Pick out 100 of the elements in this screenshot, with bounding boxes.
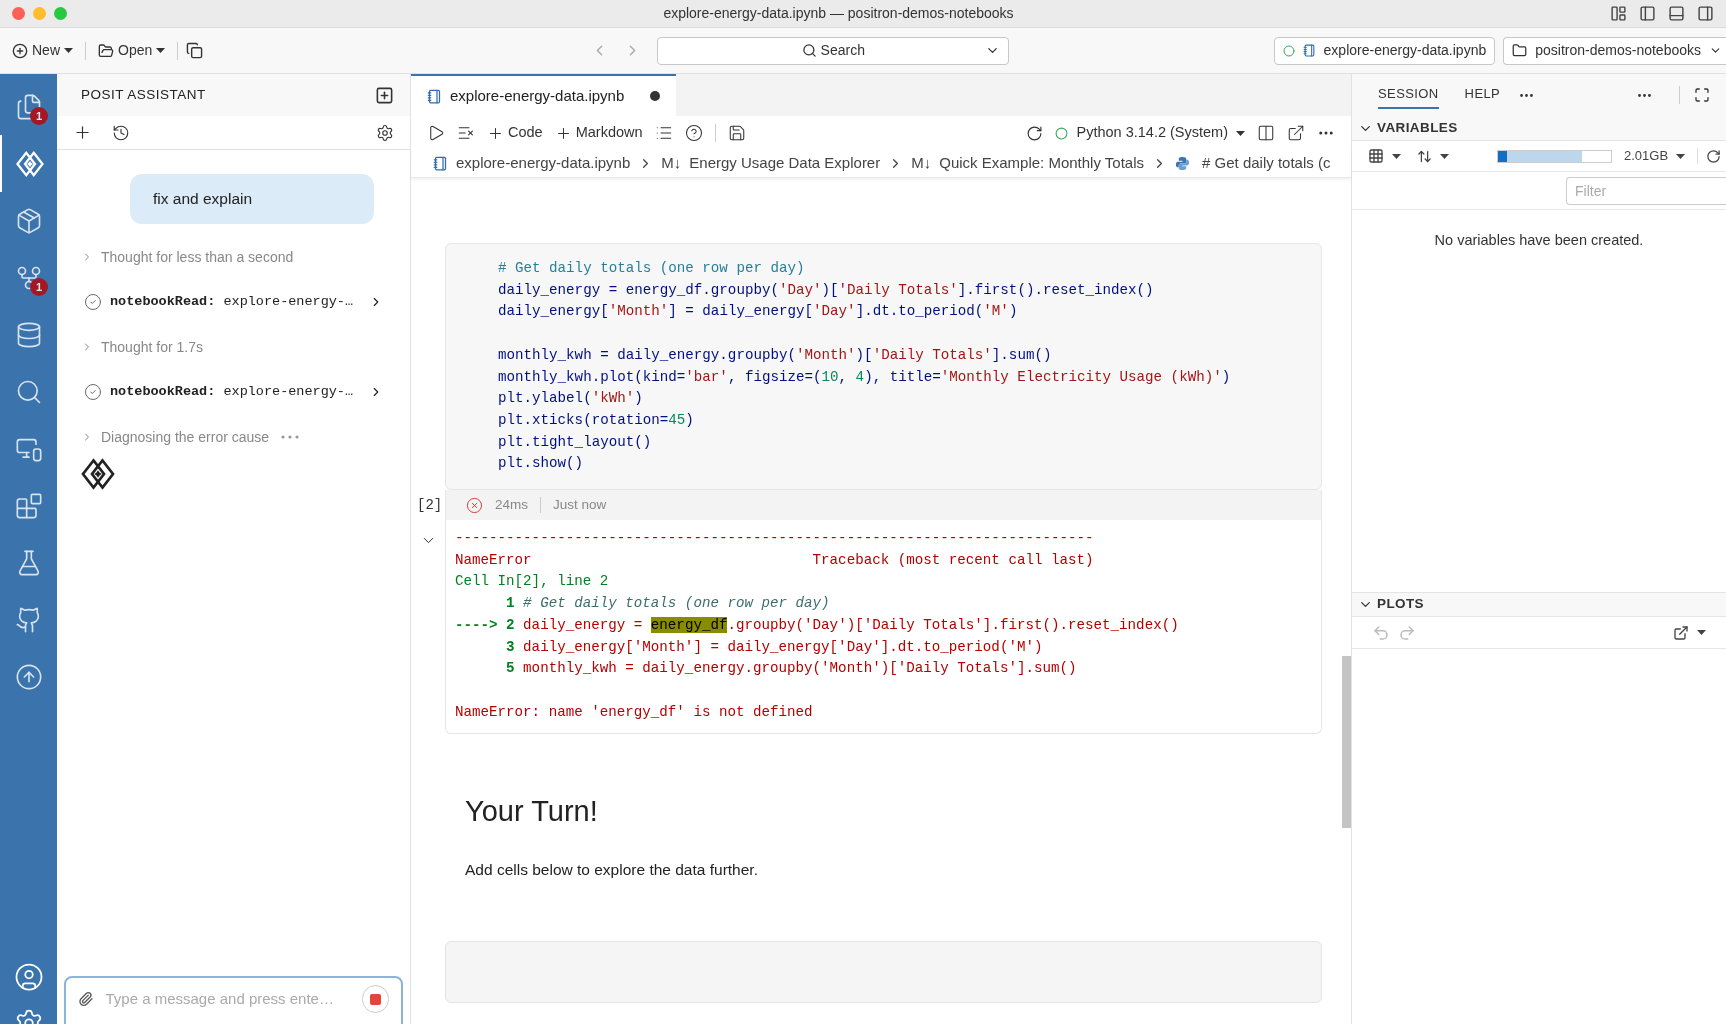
user-message: fix and explain: [130, 174, 374, 224]
markdown-icon: M↓: [661, 152, 682, 175]
search-field[interactable]: Search: [657, 36, 1010, 65]
message-input[interactable]: Type a message and press ente…: [105, 988, 338, 1011]
account-icon[interactable]: [13, 962, 44, 992]
markdown-paragraph: Add cells below to explore the data further.: [465, 859, 758, 880]
breadcrumb-item[interactable]: explore-energy-data.ipynb: [456, 152, 631, 175]
activity-icon: [14, 491, 43, 520]
execution-count: [2]: [417, 495, 444, 515]
breadcrumb-item[interactable]: # Get daily totals (c: [1202, 152, 1331, 175]
panel-title: POSIT ASSISTANT: [81, 85, 206, 104]
notification-badge: 1: [30, 278, 48, 296]
new-button[interactable]: New: [8, 37, 77, 64]
session-button[interactable]: explore-energy-data.ipynb: [1273, 36, 1496, 65]
traceback-line: NameError Traceback (most recent call last): [455, 550, 1094, 570]
status-circle-icon: [1055, 126, 1069, 140]
traceback-line: 3 daily_energy['Month'] = daily_energy['Day'].dt.to_period('M'): [505, 637, 1043, 657]
caret-icon: [1676, 153, 1686, 159]
plus-circle-icon: [12, 42, 28, 59]
thought-summary[interactable]: Thought for 1.7s: [101, 336, 203, 358]
folder-icon: [98, 42, 114, 59]
memory-reading[interactable]: 2.01GB: [1624, 146, 1686, 166]
toggle-sidebar-icon[interactable]: [1639, 5, 1656, 22]
code-line: plt.ylabel('kWh'): [498, 389, 643, 409]
filter-field[interactable]: Filter: [1566, 176, 1726, 205]
new-chat-icon[interactable]: [73, 123, 92, 142]
code-line: plt.show(): [498, 454, 584, 474]
split-view-icon[interactable]: [1257, 124, 1275, 142]
folder-icon: [1512, 43, 1528, 58]
new-chat-window-icon[interactable]: [375, 85, 394, 105]
attach-icon[interactable]: [78, 991, 94, 1007]
section-title[interactable]: PLOTS: [1377, 594, 1424, 615]
code-line: monthly_kwh.plot(kind='bar', figsize=(10, 4), title='Monthly Electricity Usage (kWh)'): [498, 367, 1231, 387]
save-icon[interactable]: [727, 124, 746, 142]
restart-kernel-icon[interactable]: [1026, 124, 1044, 142]
caret-icon: [64, 48, 73, 53]
notification-badge: 1: [30, 107, 48, 125]
search-icon: [801, 43, 817, 58]
add-code-button[interactable]: Code: [487, 122, 543, 144]
traceback-line: Cell In[2], line 2: [455, 572, 609, 592]
progress-status: Diagnosing the error cause: [101, 427, 270, 447]
open-button[interactable]: Open: [94, 37, 170, 64]
traceback-line: ----> 2 daily_energy = energy_df.groupby('Day')['Daily Totals'].first().reset_index(): [455, 615, 1179, 635]
caret-icon: [1440, 153, 1449, 159]
assistant-logo-icon: [80, 456, 116, 492]
execution-duration: 24ms: [495, 495, 528, 514]
caret-icon: [1697, 630, 1706, 635]
status-circle-icon: [1282, 44, 1295, 57]
run-all-icon[interactable]: [427, 124, 445, 142]
activity-bar-item[interactable]: 1: [0, 78, 57, 135]
grouping-icon[interactable]: [1368, 148, 1384, 164]
caret-icon: [156, 48, 166, 53]
scrollbar-thumb[interactable]: [1342, 656, 1351, 828]
outline-icon[interactable]: [654, 124, 673, 142]
layout-icon[interactable]: [1610, 5, 1627, 22]
tool-call[interactable]: notebookRead: explore-energy-…: [110, 291, 354, 313]
tool-call[interactable]: notebookRead: explore-energy-…: [110, 381, 354, 403]
traceback-line: 5 monthly_kwh = daily_energy.groupby('Month')['Daily Totals'].sum(): [505, 659, 1077, 679]
refresh-icon[interactable]: [1706, 148, 1722, 164]
caret-icon: [1392, 153, 1401, 159]
code-cell[interactable]: [445, 243, 1322, 490]
section-title[interactable]: VARIABLES: [1377, 117, 1458, 139]
caret-icon: [1236, 130, 1245, 136]
breadcrumb-item[interactable]: Quick Example: Monthly Totals: [939, 152, 1145, 175]
execution-time: Just now: [553, 495, 607, 514]
traceback-line: NameError: name 'energy_df' is not defined: [455, 702, 813, 722]
breadcrumb-item[interactable]: Energy Usage Data Explorer: [689, 152, 881, 175]
open-plot-icon[interactable]: [1673, 624, 1689, 641]
settings-icon[interactable]: [376, 123, 394, 142]
notebook-icon: [433, 156, 448, 171]
history-icon[interactable]: [112, 123, 130, 142]
loading-dots-icon: [281, 435, 300, 439]
panel-tab[interactable]: SESSION: [1378, 81, 1439, 109]
open-in-window-icon[interactable]: [1287, 124, 1305, 142]
activity-bar-item[interactable]: 1: [0, 249, 57, 306]
clear-outputs-icon[interactable]: [457, 124, 475, 142]
thought-summary[interactable]: Thought for less than a second: [101, 246, 294, 268]
traceback-line: ---------------------------------------------------------------------------: [455, 529, 1094, 548]
message-box[interactable]: Type a message and press ente…: [64, 976, 403, 1024]
toggle-secondary-sidebar-icon[interactable]: [1697, 5, 1714, 22]
editor-tab[interactable]: explore-energy-data.ipynb: [411, 74, 676, 116]
folder-button[interactable]: positron-demos-notebooks: [1503, 36, 1726, 65]
add-markdown-button[interactable]: Markdown: [554, 122, 643, 144]
sort-icon[interactable]: [1417, 148, 1432, 164]
close-window-button[interactable]: [12, 7, 25, 20]
markdown-icon: M↓: [911, 152, 932, 175]
help-icon[interactable]: [684, 124, 703, 142]
panel-tab[interactable]: HELP: [1464, 81, 1501, 109]
toggle-panel-icon[interactable]: [1668, 5, 1685, 22]
empty-cell[interactable]: [445, 941, 1322, 1004]
save-all-icon[interactable]: [186, 42, 204, 59]
markdown-heading: Your Turn!: [465, 794, 598, 830]
kernel-picker[interactable]: Python 3.14.2 (System): [1055, 122, 1245, 144]
code-line: plt.tight_layout(): [498, 432, 652, 452]
code-line: daily_energy['Month'] = daily_energy['Day'].dt.to_period('M'): [498, 302, 1018, 322]
check-circle-icon: [84, 293, 102, 311]
empty-variables-message: No variables have been created.: [1434, 231, 1644, 250]
code-line: # Get daily totals (one row per day): [498, 259, 805, 278]
maximize-icon[interactable]: [1694, 87, 1710, 103]
code-line: plt.xticks(rotation=45): [498, 410, 694, 430]
